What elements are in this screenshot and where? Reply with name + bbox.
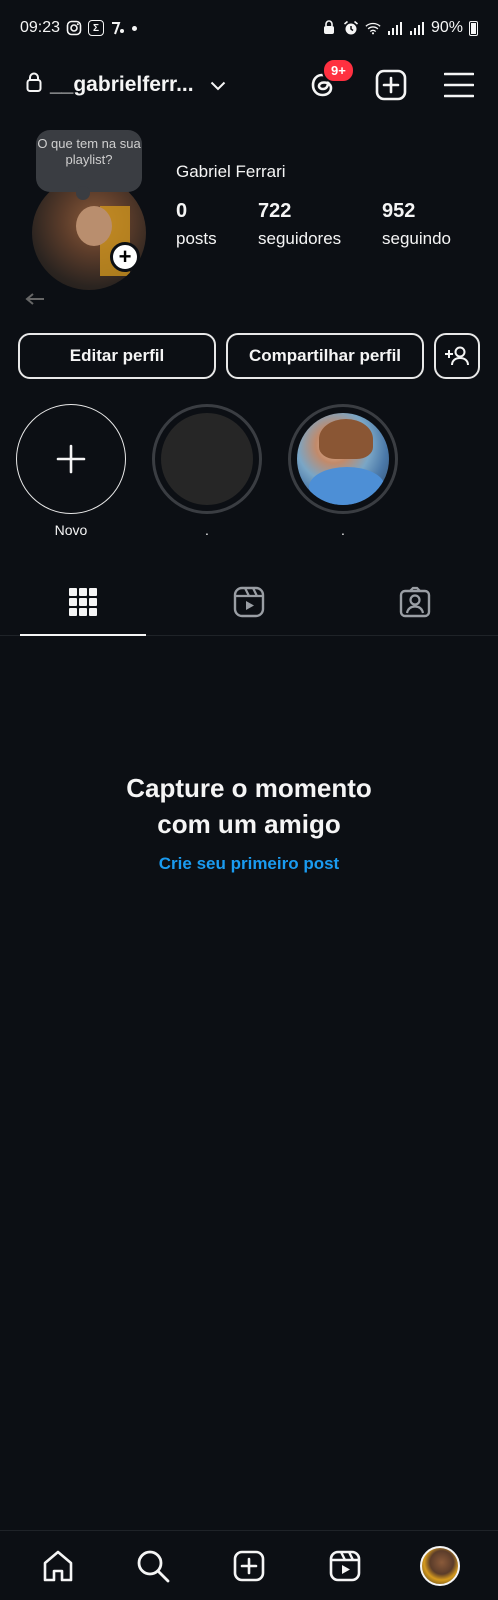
battery-icon	[469, 20, 478, 36]
lock-icon	[26, 72, 42, 98]
highlight-item[interactable]: .	[152, 404, 262, 540]
highlight-cover	[152, 404, 262, 514]
following-count: 952	[382, 200, 416, 222]
highlight-photo-detail	[319, 419, 373, 459]
alarm-clock-icon	[343, 20, 359, 36]
threads-badge: 9+	[322, 58, 355, 83]
header-actions: 9+	[306, 58, 476, 102]
signal-icon	[387, 20, 403, 36]
note-bubble[interactable]: O que tem na sua playlist?	[36, 130, 142, 200]
tagged-icon	[399, 586, 431, 617]
empty-state-title: Capture o momento com um amigo	[126, 773, 372, 839]
status-time: 09:23	[20, 19, 61, 36]
posts-label: posts	[176, 229, 217, 248]
nav-reels[interactable]	[323, 1544, 367, 1588]
add-story-button[interactable]: +	[110, 242, 140, 272]
highlight-label: .	[205, 522, 209, 538]
plus-icon	[56, 444, 86, 474]
posts-stat[interactable]: 0 posts	[176, 200, 258, 249]
e-app-icon: Σ	[88, 20, 105, 36]
profile-actions: Editar perfil Compartilhar perfil	[18, 333, 480, 381]
followers-count: 722	[258, 200, 292, 222]
reels-icon	[233, 586, 265, 617]
grid-icon	[69, 587, 97, 616]
status-bar: 09:23 Σ 90%	[0, 0, 498, 56]
discover-people-button[interactable]	[434, 333, 480, 379]
avatar-face	[76, 206, 112, 246]
following-label: seguindo	[382, 229, 452, 248]
account-switcher[interactable]: __gabrielferr...	[26, 72, 226, 98]
instagram-icon	[66, 20, 82, 36]
highlight-label: .	[341, 522, 345, 538]
edit-profile-button[interactable]: Editar perfil	[18, 333, 216, 379]
nav-search[interactable]	[131, 1544, 175, 1588]
story-highlights: Novo . .	[16, 404, 398, 540]
profile-header: __gabrielferr... 9+	[0, 58, 498, 110]
highlight-image	[161, 413, 253, 505]
add-person-icon	[445, 346, 469, 366]
create-icon	[233, 1550, 265, 1581]
home-icon	[43, 1550, 73, 1581]
alarm-lock-icon	[321, 20, 337, 36]
username: __gabrielferr...	[50, 73, 194, 96]
tab-reels[interactable]	[166, 568, 332, 635]
threads-button[interactable]: 9+	[306, 58, 355, 102]
profile-avatar	[420, 1545, 461, 1586]
highlight-label: Novo	[54, 522, 88, 538]
flash-app-icon	[110, 20, 126, 36]
following-stat[interactable]: 952 seguindo	[382, 200, 464, 249]
reels-icon	[329, 1550, 360, 1581]
status-left: 09:23 Σ	[20, 19, 138, 37]
notification-dot	[132, 25, 138, 31]
highlight-item[interactable]: .	[288, 404, 398, 540]
share-profile-button[interactable]: Compartilhar perfil	[226, 333, 424, 379]
menu-button[interactable]	[442, 68, 476, 102]
highlight-image	[297, 413, 389, 505]
profile-name: Gabriel Ferrari	[176, 162, 286, 181]
nav-profile[interactable]	[418, 1544, 462, 1588]
signal-icon	[409, 20, 425, 36]
posts-count: 0	[176, 200, 188, 222]
back-arrow-icon	[24, 292, 46, 314]
hamburger-menu-icon	[444, 72, 474, 98]
highlight-cover	[288, 404, 398, 514]
status-right: 90%	[321, 19, 478, 37]
profile-stats: 0 posts 722 seguidores 952 seguindo	[176, 200, 464, 249]
tab-tagged[interactable]	[332, 568, 498, 635]
highlight-photo-detail	[309, 467, 385, 505]
plus-square-icon	[375, 69, 407, 101]
tab-posts-grid[interactable]	[0, 568, 166, 636]
bottom-nav	[0, 1530, 498, 1600]
followers-label: seguidores	[258, 229, 342, 248]
create-first-post-link[interactable]: Crie seu primeiro post	[0, 854, 498, 874]
nav-create[interactable]	[227, 1544, 271, 1588]
chevron-down-icon	[210, 73, 226, 97]
search-icon	[137, 1550, 170, 1582]
profile-section: O que tem na sua playlist? + Gabriel Fer…	[0, 130, 498, 290]
highlight-new[interactable]: Novo	[16, 404, 126, 540]
new-highlight-circle	[16, 404, 126, 514]
wifi-icon	[365, 20, 381, 36]
nav-home[interactable]	[36, 1544, 80, 1588]
followers-stat[interactable]: 722 seguidores	[258, 200, 382, 249]
battery-percent: 90%	[430, 19, 463, 36]
create-button[interactable]	[374, 68, 408, 102]
empty-state: Capture o momento com um amigo Crie seu …	[0, 770, 498, 874]
profile-tabs	[0, 568, 498, 636]
